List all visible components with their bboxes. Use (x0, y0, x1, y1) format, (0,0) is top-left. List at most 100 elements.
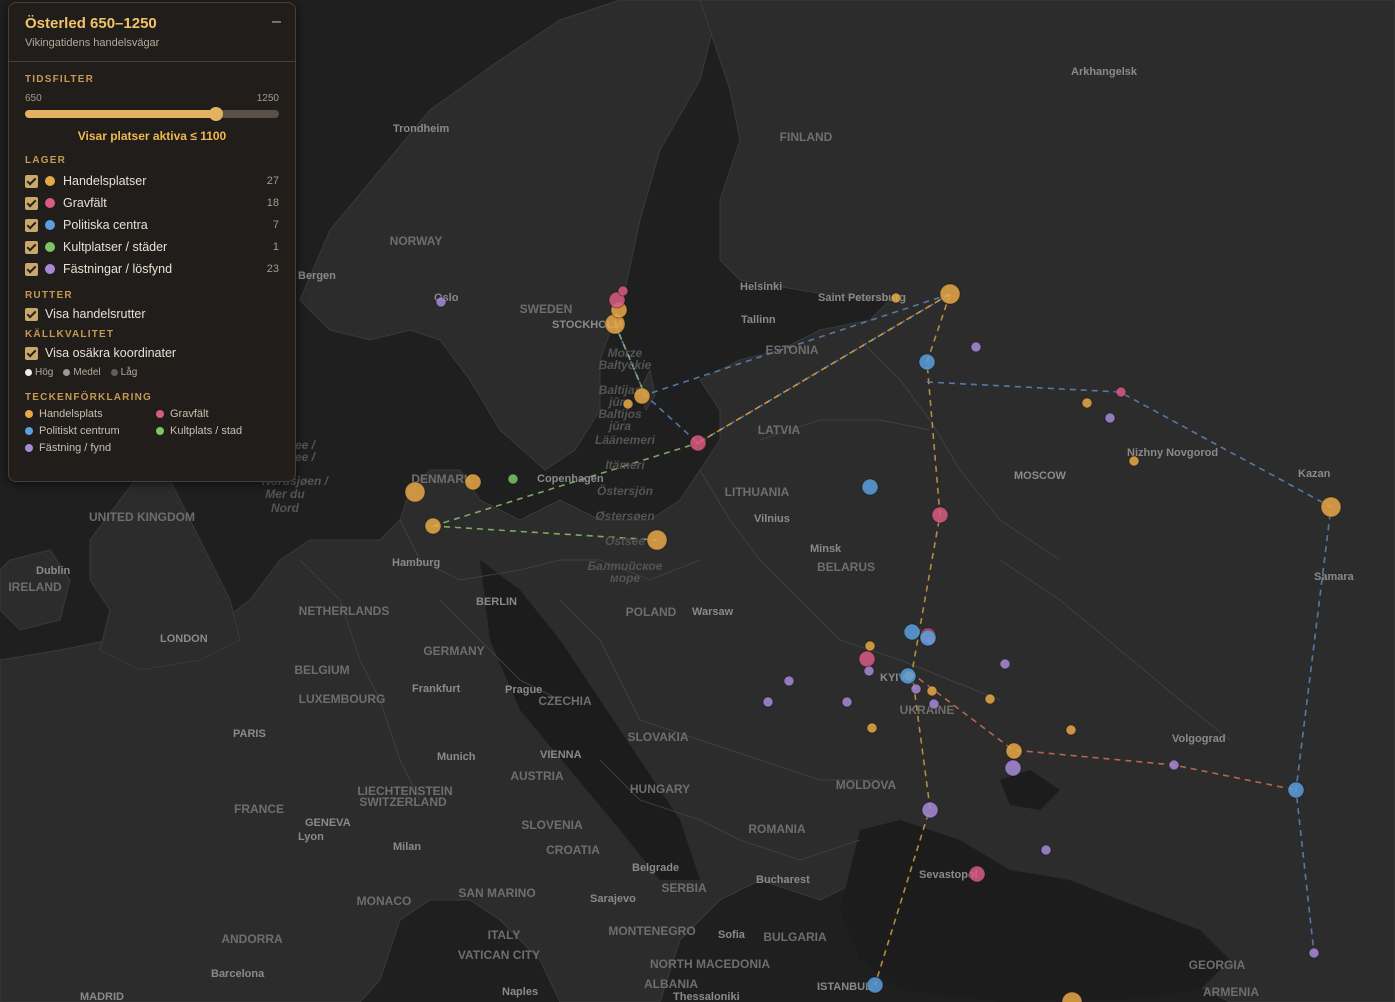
country-label: MOLDOVA (836, 778, 897, 792)
site-marker-trade[interactable] (622, 398, 634, 410)
time-slider[interactable] (25, 107, 279, 121)
site-marker-fort[interactable] (435, 296, 447, 308)
layer-color-dot (45, 220, 55, 230)
site-marker-trade[interactable] (1005, 742, 1023, 760)
layer-checkbox[interactable] (25, 262, 38, 276)
city-label: Thessaloniki (673, 991, 740, 1002)
sea-label: Itämeri (605, 458, 645, 472)
layer-label: Fästningar / lösfynd (63, 262, 173, 276)
site-marker-trade[interactable] (1128, 455, 1140, 467)
site-marker-political[interactable] (903, 623, 921, 641)
country-label: ESTONIA (765, 343, 818, 357)
site-marker-grave[interactable] (1115, 386, 1127, 398)
sea-label: Bałtyckie (599, 358, 652, 372)
site-marker-trade[interactable] (1320, 496, 1342, 518)
site-marker-political[interactable] (866, 976, 884, 994)
layer-row[interactable]: Handelsplatser 27 (25, 170, 279, 192)
site-marker-trade[interactable] (404, 481, 426, 503)
layer-color-dot (45, 242, 55, 252)
country-label: UNITED KINGDOM (89, 510, 195, 524)
layer-count: 23 (266, 263, 279, 275)
city-label: MADRID (80, 991, 124, 1002)
site-marker-grave[interactable] (931, 506, 949, 524)
time-slider-thumb[interactable] (208, 107, 223, 121)
site-marker-fort[interactable] (921, 801, 939, 819)
site-marker-fort[interactable] (910, 683, 922, 695)
site-marker-political[interactable] (899, 667, 917, 685)
layer-color-dot (45, 198, 55, 208)
site-marker-trade[interactable] (890, 292, 902, 304)
quality-label: Hög (35, 367, 54, 378)
routes-toggle[interactable]: Visa handelsrutter (25, 303, 279, 325)
panel-header: Österled 650–1250 Vikingatidens handelsv… (9, 3, 295, 62)
legend-item: Fästning / fynd (25, 441, 156, 454)
site-marker-fort[interactable] (1168, 759, 1180, 771)
uncertain-coordinates-checkbox[interactable] (25, 346, 38, 360)
site-marker-trade[interactable] (1065, 724, 1077, 736)
layer-row[interactable]: Kultplatser / städer 1 (25, 236, 279, 258)
quality-label: Medel (73, 367, 101, 378)
site-marker-grave[interactable] (858, 650, 876, 668)
site-marker-cult[interactable] (507, 473, 519, 485)
routes-checkbox[interactable] (25, 307, 38, 321)
site-marker-trade[interactable] (633, 387, 651, 405)
site-marker-fort[interactable] (1040, 844, 1052, 856)
site-marker-trade[interactable] (464, 473, 482, 491)
site-marker-trade[interactable] (984, 693, 996, 705)
site-marker-fort[interactable] (1104, 412, 1116, 424)
city-label: VIENNA (540, 749, 582, 761)
site-marker-trade[interactable] (866, 722, 878, 734)
site-marker-fort[interactable] (841, 696, 853, 708)
sea-label: Östersjön (597, 483, 653, 498)
site-marker-trade[interactable] (939, 283, 961, 305)
site-marker-fort[interactable] (783, 675, 795, 687)
site-marker-trade[interactable] (1081, 397, 1093, 409)
site-marker-political[interactable] (1287, 781, 1305, 799)
country-label: LATVIA (758, 423, 801, 437)
country-label: FINLAND (780, 130, 833, 144)
site-marker-fort[interactable] (999, 658, 1011, 670)
city-label: Copenhagen (537, 473, 604, 485)
site-marker-fort[interactable] (1004, 759, 1022, 777)
minimize-button[interactable]: – (272, 13, 281, 31)
site-marker-fort[interactable] (762, 696, 774, 708)
city-label: LONDON (160, 633, 208, 645)
sea-label: море (610, 571, 641, 585)
layer-count: 27 (266, 175, 279, 187)
city-label: MOSCOW (1014, 470, 1067, 482)
site-marker-fort[interactable] (928, 698, 940, 710)
quality-label: Låg (120, 367, 138, 378)
quality-dot (63, 369, 71, 376)
layer-checkbox[interactable] (25, 218, 38, 232)
site-marker-trade[interactable] (864, 640, 876, 652)
site-marker-grave[interactable] (689, 434, 707, 452)
sea-label: Ostsee (605, 534, 645, 548)
layer-row[interactable]: Gravfält 18 (25, 192, 279, 214)
site-marker-political[interactable] (861, 478, 879, 496)
layer-checkbox[interactable] (25, 196, 38, 210)
layer-checkbox[interactable] (25, 174, 38, 188)
country-label: BULGARIA (763, 930, 827, 944)
site-marker-fort[interactable] (863, 665, 875, 677)
panel-subtitle: Vikingatidens handelsvägar (25, 37, 160, 49)
site-marker-fort[interactable] (970, 341, 982, 353)
layer-row[interactable]: Fästningar / lösfynd 23 (25, 258, 279, 280)
legend-heading: TECKENFÖRKLARING (25, 392, 152, 403)
site-marker-trade[interactable] (926, 685, 938, 697)
site-marker-trade[interactable] (646, 529, 668, 551)
site-marker-trade[interactable] (424, 517, 442, 535)
time-slider-fill (25, 110, 216, 118)
legend-item: Handelsplats (25, 407, 156, 420)
slider-range-labels: 650 1250 (25, 93, 279, 104)
uncertain-coordinates-toggle[interactable]: Visa osäkra koordinater (25, 342, 279, 364)
site-marker-fort[interactable] (1308, 947, 1320, 959)
city-label: ISTANBUL (817, 981, 872, 993)
country-label: MONTENEGRO (608, 924, 695, 938)
site-marker-political[interactable] (918, 353, 936, 371)
layer-row[interactable]: Politiska centra 7 (25, 214, 279, 236)
site-marker-political[interactable] (919, 629, 937, 647)
site-marker-grave[interactable] (968, 865, 986, 883)
country-label: MONACO (357, 894, 412, 908)
layer-checkbox[interactable] (25, 240, 38, 254)
site-marker-grave[interactable] (617, 285, 629, 297)
